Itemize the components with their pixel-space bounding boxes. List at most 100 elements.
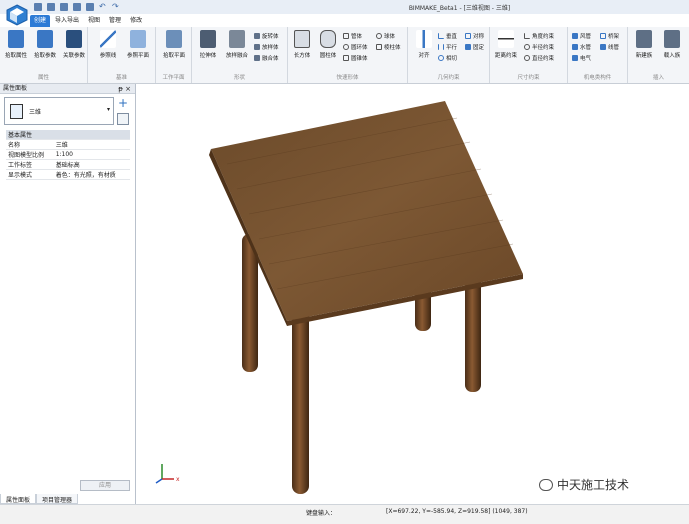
cone-button[interactable]: 圆锥体 [343,54,368,62]
extrude-button[interactable]: 拉伸体 [194,30,222,59]
pipe-shape-button[interactable]: 管体 [343,32,362,40]
electrical-button[interactable]: 电气 [572,54,591,62]
tab-create[interactable]: 创建 [30,15,51,27]
tab-import-export[interactable]: 导入导出 [51,15,83,27]
perpendicular-icon [438,33,444,39]
align-icon [416,30,432,48]
revolve-button[interactable]: 旋转体 [254,32,279,40]
group-label: 几何约束 [437,75,460,81]
align-button[interactable]: 对齐 [410,30,438,59]
fix-button[interactable]: 固定 [465,43,484,51]
sweep-button[interactable]: 放样体 [254,43,279,51]
loft-button[interactable]: 放样融合 [223,30,251,59]
group-geom: 对齐 垂直 平行 相切 对称 固定 几何约束 [408,27,490,83]
box-button[interactable]: 长方体 [288,30,316,59]
table-row[interactable]: 显示模式 着色：有光照，有材质 [6,169,130,180]
wrench-icon[interactable] [117,113,129,125]
conduit-button[interactable]: 线管 [600,43,619,51]
load-family-button[interactable]: 载入族 [658,30,686,59]
new-family-button[interactable]: 新建族 [630,30,658,59]
cylinder-button[interactable]: 圆柱体 [314,30,342,59]
new-family-icon [636,30,652,48]
sphere-icon [376,33,382,39]
group-dim: 距离约束 角度约束 半径约束 直径约束 尺寸约束 [490,27,568,83]
pick-attr-button[interactable]: 拾取属性 [2,30,30,59]
duct-button[interactable]: 风管 [572,32,591,40]
distance-constraint-button[interactable]: 距离约束 [492,30,520,59]
symmetric-button[interactable]: 对称 [465,32,484,40]
parallel-icon [438,44,444,50]
load-family-icon [664,30,680,48]
conduit-icon [600,44,606,50]
watermark-text: 中天施工技术 [557,478,630,492]
set-plane-button[interactable]: 拾取平面 [160,30,188,59]
ref-line-button[interactable]: 参照线 [94,30,122,59]
tab-project-manager[interactable]: 项目管理器 [36,494,79,504]
pipe-shape-icon [343,33,349,39]
ref-plane-icon [130,30,146,48]
group-label: 工作平面 [162,75,185,81]
panel-header: 属性面板 ᵽ × [0,84,135,94]
axis-x-label: x [176,476,180,483]
group-label: 形状 [233,75,245,81]
group-label: 快速形体 [336,75,359,81]
prism-button[interactable]: 棱柱体 [376,43,401,51]
table-row[interactable]: 名称 三维 [6,139,130,150]
radius-constraint-button[interactable]: 半径约束 [524,43,554,51]
fix-icon [465,44,471,50]
table-row[interactable]: 工作标签 基础标高 [6,159,130,170]
tab-modify[interactable]: 修改 [126,15,146,27]
duct-icon [572,33,578,39]
blend-icon [254,55,260,61]
tab-properties[interactable]: 属性面板 [0,494,37,504]
group-label: 尺寸约束 [517,75,540,81]
tab-view[interactable]: 视图 [84,15,104,27]
pick-attr-icon [8,30,24,48]
water-pipe-button[interactable]: 水管 [572,43,591,51]
diameter-constraint-button[interactable]: 直径约束 [524,54,554,62]
perpendicular-button[interactable]: 垂直 [438,32,457,40]
box-icon [294,30,310,48]
ribbon-tabs: 创建 导入导出 视图 管理 修改 [30,15,146,27]
window-title: BIMMAKE_Beta1 - [三维视图 - 三维] [408,5,511,12]
ref-line-icon [100,30,116,48]
group-shape: 拉伸体 放样融合 旋转体 放样体 融合体 形状 [192,27,288,83]
radius-icon [524,44,530,50]
electrical-icon [572,55,578,61]
app-logo-icon[interactable] [6,4,28,26]
table-row[interactable]: 视图模型比例 1:100 [6,149,130,160]
tangent-button[interactable]: 相切 [438,54,457,62]
type-selector[interactable]: 三维 ▾ [4,97,114,125]
ring-button[interactable]: 圆环体 [343,43,368,51]
panel-pin-close-icon[interactable]: ᵽ × [118,84,131,94]
group-attr: 拾取属性 拾取参数 关联参数 属性 [0,27,88,83]
ref-plane-button[interactable]: 参照平面 [124,30,152,59]
3d-viewport[interactable]: x 中天施工技术 [137,84,689,504]
loft-icon [229,30,245,48]
property-table: 基本属性 名称 三维 视图模型比例 1:100 工作标签 基础标高 显示模式 着色：有光… [6,130,130,180]
tab-manage[interactable]: 管理 [105,15,125,27]
apply-button[interactable]: 应用 [80,480,130,491]
table-model: x [155,101,523,494]
add-icon[interactable]: + [117,97,129,110]
parallel-button[interactable]: 平行 [438,43,457,51]
group-label: 属性 [37,75,49,81]
prism-icon [376,44,382,50]
ribbon: 拾取属性 拾取参数 关联参数 属性 参照线 参照平面 基准 拾取平面 工作平面 … [0,27,689,84]
pick-param-button[interactable]: 拾取参数 [31,30,59,59]
pick-param-icon [37,30,53,48]
group-mep: 风管 水管 电气 桥架 线管 机电类构件 [568,27,628,83]
angle-constraint-button[interactable]: 角度约束 [524,32,554,40]
properties-panel: 属性面板 ᵽ × 三维 ▾ + 基本属性 名称 三维 视图模型比例 1:100 工作… [0,84,136,504]
blend-button[interactable]: 融合体 [254,54,279,62]
cylinder-icon [320,30,336,48]
sphere-button[interactable]: 球体 [376,32,395,40]
type-name: 三维 [29,109,42,116]
title-bar: ↶ ↷ BIMMAKE_Beta1 - [三维视图 - 三维] [0,0,689,14]
chevron-down-icon[interactable]: ▾ [107,106,110,113]
group-quick: 长方体 圆柱体 管体 圆环体 圆锥体 球体 棱柱体 快速形体 [288,27,408,83]
link-param-button[interactable]: 关联参数 [60,30,88,59]
wechat-icon [539,478,553,491]
cable-tray-button[interactable]: 桥架 [600,32,619,40]
group-label: 基准 [115,75,127,81]
